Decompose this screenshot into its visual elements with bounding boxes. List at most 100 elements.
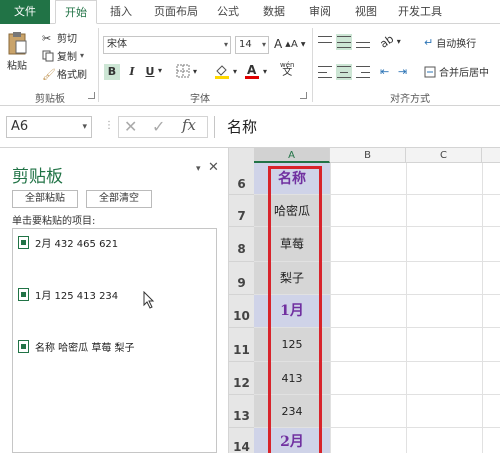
row-header[interactable]: 7: [229, 195, 254, 227]
increase-indent-icon: ⇥: [398, 65, 408, 78]
clipboard-pane: 剪贴板 ▾ ✕ 全部粘贴 全部清空 单击要粘贴的项目: 2月 432 465 6…: [0, 148, 229, 453]
chevron-down-icon: ▾: [193, 66, 198, 76]
svg-text:A: A: [247, 63, 257, 77]
name-box[interactable]: A6 ▾: [6, 116, 92, 138]
tab-page-layout[interactable]: 页面布局: [148, 0, 204, 24]
column-header-a[interactable]: A: [254, 148, 330, 163]
clipboard-item[interactable]: 2月 432 465 621: [18, 235, 118, 250]
chevron-down-icon[interactable]: ▾: [82, 117, 87, 137]
orientation-button[interactable]: ab ▾: [377, 32, 401, 51]
paste-all-button[interactable]: 全部粘贴: [12, 190, 78, 208]
clipboard-item-text: 名称 哈密瓜 草莓 梨子: [35, 343, 135, 354]
format-painter-button[interactable]: 🖌 格式刷: [42, 66, 87, 82]
scissors-icon: ✂: [42, 31, 52, 45]
tab-data[interactable]: 数据: [258, 0, 290, 24]
font-launcher-icon[interactable]: [300, 92, 307, 99]
paint-bucket-icon: [215, 65, 229, 79]
paste-button[interactable]: 粘贴: [6, 30, 28, 72]
merge-center-button[interactable]: 合并后居中: [424, 64, 489, 79]
row-header[interactable]: 11: [229, 328, 254, 362]
increase-indent-button[interactable]: ⇥: [398, 65, 407, 78]
chevron-down-icon: ▾: [223, 40, 228, 49]
font-color-button[interactable]: A ▾: [244, 63, 267, 79]
select-all-corner[interactable]: [229, 148, 254, 163]
row-header[interactable]: 9: [229, 262, 254, 295]
clear-all-button[interactable]: 全部清空: [86, 190, 152, 208]
underline-button[interactable]: U: [142, 64, 158, 80]
pane-options-icon[interactable]: ▾: [196, 164, 201, 174]
shrink-font-label: A: [291, 39, 298, 50]
brush-icon: 🖌: [42, 67, 56, 81]
clipboard-hint: 单击要粘贴的项目:: [12, 216, 96, 227]
mouse-pointer-icon: [143, 291, 155, 309]
tab-home[interactable]: 开始: [55, 0, 97, 24]
chevron-down-icon: ▾: [233, 66, 238, 76]
align-left-icon[interactable]: [318, 66, 332, 78]
row-header[interactable]: 8: [229, 227, 254, 262]
copy-dropdown-arrow-icon[interactable]: ▾: [80, 51, 84, 60]
tab-developer[interactable]: 开发工具: [392, 0, 448, 24]
grow-font-label: A: [274, 37, 283, 51]
clipboard-item-text: 1月 125 413 234: [35, 291, 119, 302]
underline-dropdown-icon[interactable]: ▾: [158, 66, 162, 75]
clipboard-group-label: 剪贴板: [35, 94, 65, 105]
enter-check-icon[interactable]: ✓: [152, 117, 165, 136]
tab-view[interactable]: 视图: [350, 0, 382, 24]
clipboard-item[interactable]: 名称 哈密瓜 草莓 梨子: [18, 339, 135, 354]
align-center-icon[interactable]: [336, 64, 352, 80]
clipboard-item[interactable]: 1月 125 413 234: [18, 287, 118, 302]
row-header[interactable]: 6: [229, 163, 254, 195]
align-middle-icon[interactable]: [336, 34, 352, 50]
font-name-value: 宋体: [107, 39, 127, 50]
excel-item-icon: [18, 340, 29, 353]
row-header[interactable]: 14: [229, 428, 254, 453]
shrink-font-button[interactable]: A ▼: [291, 39, 305, 50]
cut-label: 剪切: [57, 34, 77, 45]
bold-button[interactable]: B: [104, 64, 120, 80]
text-orientation-icon: ab: [377, 32, 397, 51]
font-size-combo[interactable]: 14 ▾: [235, 36, 269, 54]
ribbon-tab-bar: 文件 开始 插入 页面布局 公式 数据 审阅 视图 开发工具: [0, 0, 500, 24]
gridline: [482, 163, 483, 453]
clipboard-pane-title: 剪贴板: [12, 167, 63, 187]
insert-function-icon[interactable]: fx: [182, 116, 196, 134]
clipboard-launcher-icon[interactable]: [88, 92, 95, 99]
decrease-indent-button[interactable]: ⇤: [380, 65, 389, 78]
copy-button[interactable]: 复制 ▾: [42, 48, 84, 63]
cut-button[interactable]: ✂ 剪切: [42, 30, 77, 46]
tab-formulas[interactable]: 公式: [212, 0, 244, 24]
font-name-combo[interactable]: 宋体 ▾: [103, 36, 231, 54]
more-options-icon: ⋮: [104, 120, 114, 131]
column-header-c[interactable]: C: [406, 148, 482, 163]
ribbon: 粘贴 ✂ 剪切 复制 ▾ 🖌 格式刷 剪贴板 宋体 ▾ 14 ▾ A ▲ A ▼ B…: [0, 24, 500, 106]
align-bottom-icon[interactable]: [356, 36, 370, 48]
tab-insert[interactable]: 插入: [105, 0, 137, 24]
gridline: [330, 163, 331, 453]
wrap-text-button[interactable]: ↵ 自动换行: [424, 35, 476, 50]
row-header[interactable]: 10: [229, 295, 254, 328]
align-right-icon[interactable]: [356, 66, 370, 78]
highlight-outline: [268, 166, 322, 453]
excel-item-icon: [18, 288, 29, 301]
tab-review[interactable]: 审阅: [304, 0, 336, 24]
row-header[interactable]: 12: [229, 362, 254, 395]
italic-button[interactable]: I: [124, 64, 140, 80]
worksheet: A B C 6 名称 7 哈密瓜 8 草莓 9 梨子 10 1月 11 125 12 413 13 234 14…: [229, 148, 500, 453]
align-top-icon[interactable]: [318, 36, 332, 48]
grow-font-button[interactable]: A ▲: [274, 37, 291, 51]
decrease-indent-icon: ⇤: [380, 65, 390, 78]
cancel-icon[interactable]: ✕: [124, 117, 137, 136]
paste-icon: [8, 32, 27, 55]
chevron-down-icon: ▾: [263, 66, 268, 76]
tab-file[interactable]: 文件: [0, 0, 50, 24]
formula-input[interactable]: 名称: [214, 116, 500, 138]
chevron-down-icon: ▾: [261, 40, 266, 49]
clipboard-item-text: 2月 432 465 621: [35, 239, 119, 250]
close-icon[interactable]: ✕: [208, 160, 219, 175]
paste-label: 粘贴: [7, 61, 27, 72]
borders-button[interactable]: ▾: [176, 64, 197, 78]
phonetic-button[interactable]: wén 文: [280, 61, 294, 78]
row-header[interactable]: 13: [229, 395, 254, 428]
column-header-b[interactable]: B: [330, 148, 406, 163]
fill-color-button[interactable]: ▾: [214, 63, 237, 79]
